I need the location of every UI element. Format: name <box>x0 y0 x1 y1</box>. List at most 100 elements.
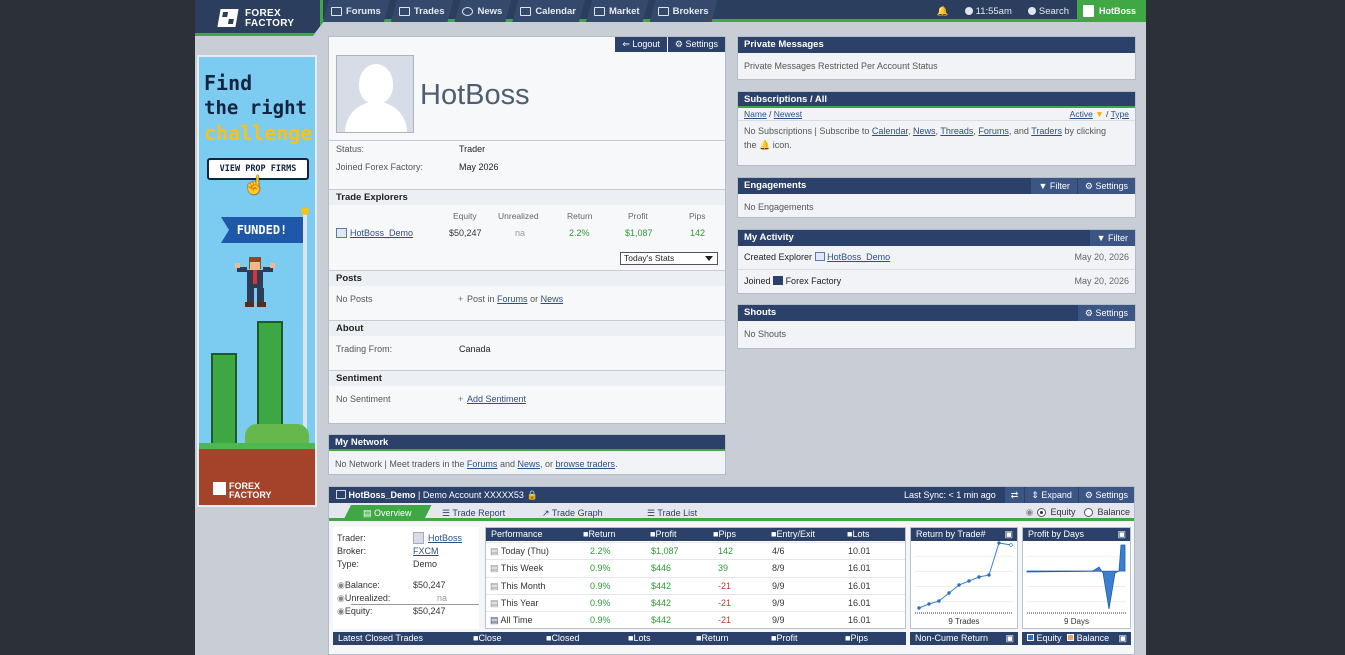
row-icon: ▤ <box>490 615 501 626</box>
divider <box>329 140 725 141</box>
perf-row-label[interactable]: ▤ This Month <box>490 578 545 595</box>
row-icon: ▤ <box>490 546 501 556</box>
tab-trade-graph[interactable]: ↗ Trade Graph <box>542 505 603 521</box>
table-row: ▤ This Month 0.9% $442 -21 9/9 16.01 <box>486 576 905 595</box>
te-header-equity: Equity <box>453 211 477 221</box>
col-lots-label: Lots <box>633 633 651 643</box>
subscriptions-sort-bar: Name / Newest Active ▼ / Type <box>738 108 1135 121</box>
perf-row-label[interactable]: ▤ All Time <box>490 612 533 629</box>
perf-row-label[interactable]: ▤ This Year <box>490 595 538 612</box>
filter-type-link[interactable]: Type <box>1111 109 1129 119</box>
stats-period-select[interactable]: Today's Stats <box>620 252 718 265</box>
ad-line: Find <box>204 71 253 95</box>
te-header-profit: Profit <box>628 211 648 221</box>
perf-row-label[interactable]: ▤ This Week <box>490 560 543 577</box>
expand-chart-icon[interactable]: ▣ <box>1005 632 1014 645</box>
balance-legend-swatch <box>1067 634 1075 641</box>
equity-radio[interactable] <box>1037 507 1047 517</box>
engagements-settings-button[interactable]: ⚙ Settings <box>1077 178 1135 194</box>
explorer-settings-button[interactable]: ⚙ Settings <box>1078 487 1134 503</box>
calendar-link[interactable]: Calendar <box>872 126 908 136</box>
notifications-button[interactable]: 🔔 <box>929 0 957 22</box>
user-menu[interactable]: HotBoss <box>1076 0 1146 22</box>
clock[interactable]: 11:55am <box>957 0 1020 22</box>
col-close: ■Close <box>473 633 502 643</box>
trader-label: Trader: <box>337 533 366 543</box>
sort-name-link[interactable]: Name <box>744 109 767 119</box>
table-row: ▤ All Time 0.9% $442 -21 9/9 16.01 <box>486 611 905 628</box>
browse-traders-link[interactable]: browse traders <box>556 459 616 469</box>
nav-forums[interactable]: Forums <box>323 0 390 22</box>
traders-link[interactable]: Traders <box>1031 126 1062 136</box>
nav-calendar[interactable]: Calendar <box>512 0 585 22</box>
forums-link[interactable]: Forums <box>978 126 1009 136</box>
nav-trades[interactable]: Trades <box>391 0 454 22</box>
avatar-body <box>345 102 407 132</box>
series-point <box>927 602 931 606</box>
search-button[interactable]: Search <box>1020 0 1077 22</box>
expand-chart-icon[interactable]: ▣ <box>1117 528 1126 541</box>
explorer-name[interactable]: HotBoss_Demo <box>349 490 416 500</box>
post-forums-link[interactable]: Forums <box>497 294 528 304</box>
latest-closed-title: Latest Closed Trades <box>338 633 424 643</box>
sync-button[interactable]: ⇄ <box>1004 487 1025 503</box>
nav-market[interactable]: Market <box>586 0 649 22</box>
activity-filter-button[interactable]: ▼ Filter <box>1089 230 1135 246</box>
engagements-title: Engagements <box>744 180 807 191</box>
balance-radio[interactable] <box>1084 507 1094 517</box>
ad-logo: FOREX FACTORY <box>229 482 272 500</box>
forex-factory-logo[interactable]: FOREX FACTORY <box>195 0 323 36</box>
news-link[interactable]: News <box>913 126 936 136</box>
subscriptions-title[interactable]: Subscriptions / All <box>744 94 827 105</box>
tab-label: Trade List <box>657 508 698 518</box>
perf-row-label[interactable]: ▤ Today (Thu) <box>490 543 549 560</box>
profile-toolbar: ⇐ Logout ⚙ Settings <box>329 37 725 52</box>
sort-newest-link[interactable]: Newest <box>774 109 802 119</box>
tab-overview[interactable]: ▤ Overview <box>343 505 432 521</box>
perf-entry-cell: 8/9 <box>772 563 785 574</box>
expand-button[interactable]: ⇕ Expand <box>1025 487 1078 503</box>
tab-trade-report[interactable]: ☰ Trade Report <box>442 505 505 521</box>
settings-label: Settings <box>1095 490 1128 500</box>
series-point <box>977 575 981 579</box>
threads-link[interactable]: Threads <box>940 126 973 136</box>
shouts-title: Shouts <box>744 307 777 318</box>
perf-entry-cell: 4/6 <box>772 546 785 556</box>
shouts-settings-button[interactable]: ⚙ Settings <box>1077 305 1135 321</box>
series-point <box>947 591 951 595</box>
balance-row-label: ◉Balance: <box>337 580 380 591</box>
broker-link[interactable]: FXCM <box>413 546 439 556</box>
tab-trade-list[interactable]: ☰ Trade List <box>647 505 697 521</box>
logout-button[interactable]: ⇐ Logout <box>615 37 667 52</box>
my-network-panel: My Network No Network | Meet traders in … <box>328 434 726 475</box>
avatar[interactable] <box>336 55 414 133</box>
post-news-link[interactable]: News <box>541 294 564 304</box>
prop-firm-ad[interactable]: Find the right challenge VIEW PROP FIRMS… <box>197 55 317 507</box>
explorer-link[interactable]: HotBoss_Demo <box>350 228 413 238</box>
gear-icon: ⚙ <box>1084 181 1096 191</box>
engagements-body: No Engagements <box>744 202 814 212</box>
type-value: Demo <box>413 559 438 569</box>
network-news-link[interactable]: News <box>517 459 540 469</box>
nav-news[interactable]: News <box>454 0 511 22</box>
trader-link[interactable]: HotBoss <box>428 533 462 543</box>
subscriptions-text: No Subscriptions | Subscribe to <box>744 126 870 136</box>
engagements-filter-button[interactable]: ▼ Filter <box>1031 178 1077 194</box>
return-chart-title: Return by Trade# <box>916 529 986 539</box>
activity-explorer-link[interactable]: HotBoss_Demo <box>827 252 890 262</box>
private-messages-body: Private Messages Restricted Per Account … <box>744 61 938 71</box>
expand-chart-icon[interactable]: ▣ <box>1118 632 1127 645</box>
logo-text: FOREX FACTORY <box>245 9 294 29</box>
nav-label: Forums <box>346 5 381 17</box>
profile-settings-button[interactable]: ⚙ Settings <box>667 37 725 52</box>
equity-label: Equity <box>1050 507 1076 517</box>
add-sentiment-link[interactable]: Add Sentiment <box>467 394 526 404</box>
info-icon: ◉ <box>337 580 345 590</box>
ad-flag: FUNDED! <box>221 217 303 243</box>
explorer-tabs: ▤ Overview ☰ Trade Report ↗ Trade Graph … <box>329 503 1134 521</box>
expand-chart-icon[interactable]: ▣ <box>1004 528 1013 541</box>
network-forums-link[interactable]: Forums <box>467 459 498 469</box>
nav-brokers[interactable]: Brokers <box>650 0 718 22</box>
filter-active-link[interactable]: Active <box>1070 109 1093 119</box>
expand-label: Expand <box>1041 490 1072 500</box>
